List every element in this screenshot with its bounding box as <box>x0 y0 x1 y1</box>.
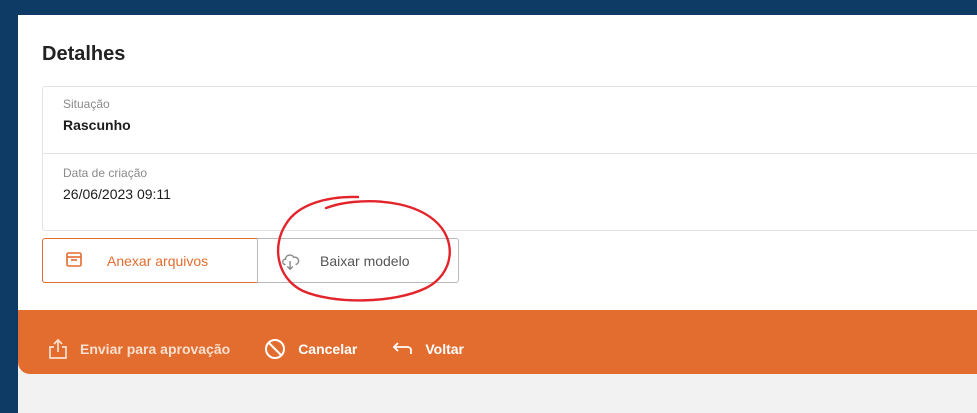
cancel-button[interactable]: Cancelar <box>264 338 357 360</box>
send-for-approval-button[interactable]: Enviar para aprovação <box>48 338 230 360</box>
field-situacao: Situação Rascunho <box>63 97 131 133</box>
field-data-criacao: Data de criação 26/06/2023 09:11 <box>63 166 171 202</box>
details-card: Detalhes Situação Rascunho Data de criaç… <box>18 15 977 333</box>
field-label: Situação <box>63 97 110 111</box>
page-title: Detalhes <box>42 43 126 65</box>
action-bar: Enviar para aprovação Cancelar Voltar <box>18 310 977 374</box>
share-upload-icon <box>48 338 68 360</box>
cancel-label: Cancelar <box>298 341 358 357</box>
cancel-circle-icon <box>264 338 286 360</box>
download-template-label: Baixar modelo <box>320 252 410 269</box>
back-arrow-icon <box>391 340 413 358</box>
details-box: Situação Rascunho Data de criação 26/06/… <box>42 86 977 231</box>
download-template-button[interactable]: Baixar modelo <box>257 238 459 283</box>
send-for-approval-label: Enviar para aprovação <box>80 341 231 357</box>
back-button[interactable]: Voltar <box>391 340 464 358</box>
divider <box>43 153 977 154</box>
cloud-download-icon <box>280 250 302 272</box>
attach-files-label: Anexar arquivos <box>107 252 209 269</box>
field-value: Rascunho <box>63 117 131 133</box>
back-label: Voltar <box>425 341 464 357</box>
attach-box-icon <box>65 250 87 272</box>
attach-files-button[interactable]: Anexar arquivos <box>42 238 258 283</box>
field-label: Data de criação <box>63 166 148 180</box>
field-value: 26/06/2023 09:11 <box>63 186 171 202</box>
